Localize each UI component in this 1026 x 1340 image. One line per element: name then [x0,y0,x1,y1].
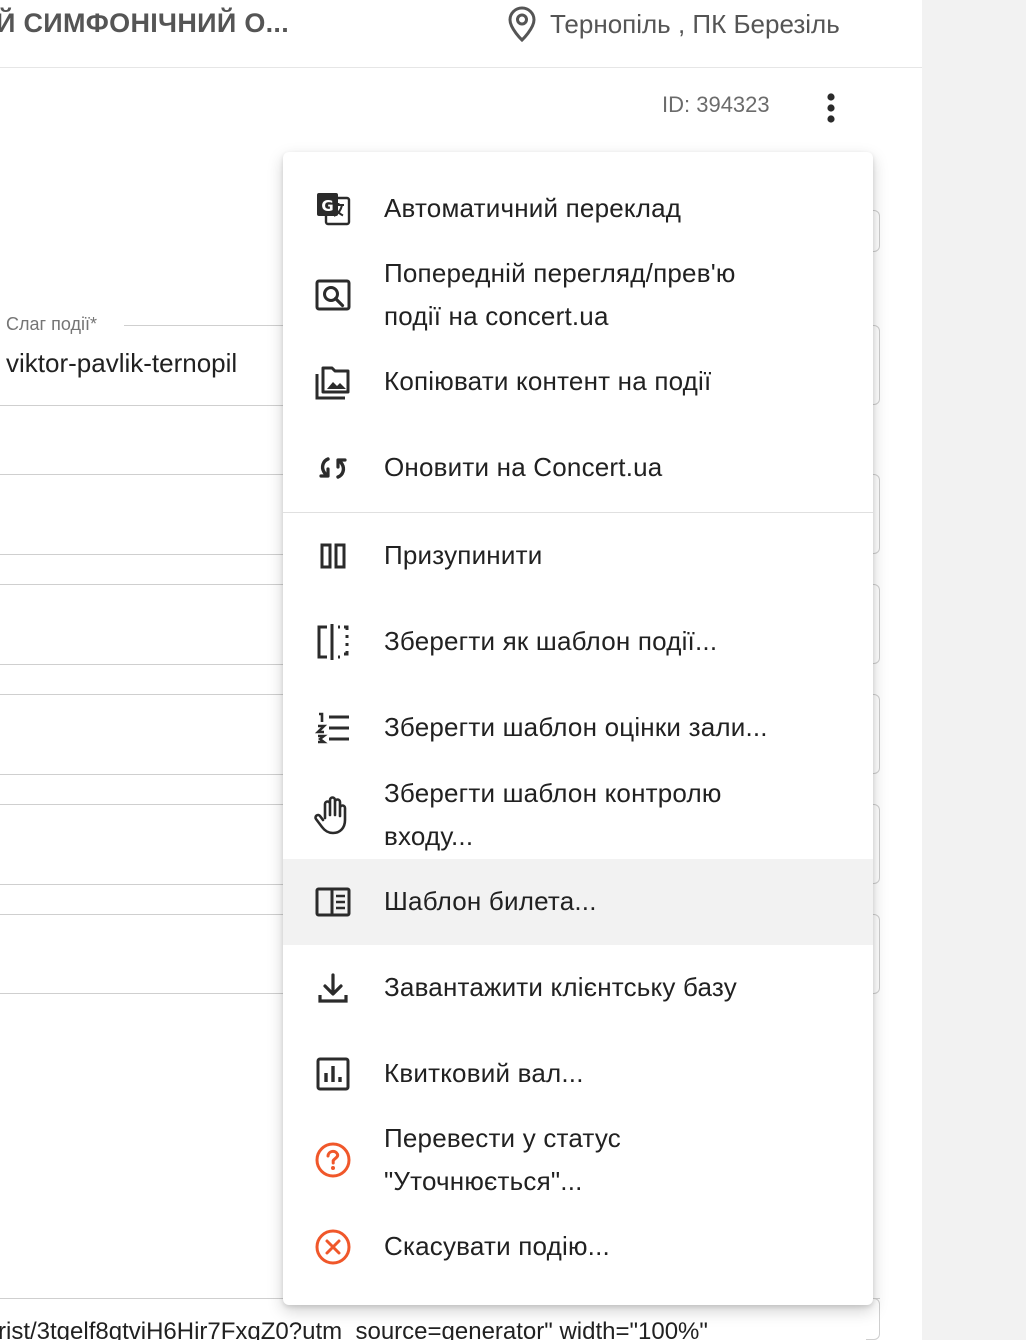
event-header: Й СИМФОНІЧНИЙ О... Тернопіль , ПК Березі… [0,0,922,68]
pause-icon [313,536,353,576]
field-outline [0,774,290,775]
event-actions-menu: G Автоматичний переклад Попередній перег… [283,152,873,1305]
menu-item-copy-content[interactable]: Копіювати контент на події [283,353,873,411]
slug-field-label: Слаг події* [6,314,97,334]
menu-item-update-concert[interactable]: Оновити на Concert.ua [283,439,873,497]
sync-icon [313,448,353,488]
cancel-circle-icon [313,1227,353,1267]
menu-item-label: Перевести у статус "Уточнюється"... [384,1123,621,1196]
location-pin-icon [508,6,536,42]
menu-item-set-status-pending[interactable]: Перевести у статус "Уточнюється"... [283,1117,873,1203]
copy-content-icon [313,362,353,402]
menu-item-download-clients[interactable]: Завантажити клієнтську базу [283,959,873,1017]
event-id: ID: 394323 [662,92,770,117]
field-outline [0,584,290,585]
menu-item-preview[interactable]: Попередній перегляд/прев'ю події на conc… [283,252,873,338]
menu-item-pause[interactable]: Призупинити [283,527,873,585]
event-title: Й СИМФОНІЧНИЙ О... [0,8,290,38]
event-location-text: Тернопіль , ПК Березіль [550,8,840,39]
field-outline [0,405,290,406]
google-translate-icon: G [313,189,353,229]
menu-item-label: Зберегти шаблон оцінки зали... [384,712,768,742]
menu-item-cancel-event[interactable]: Скасувати подію... [283,1218,873,1276]
field-outline [0,914,290,915]
menu-item-auto-translate[interactable]: G Автоматичний переклад [283,180,873,238]
menu-item-ticket-template[interactable]: Шаблон билета... [283,859,873,945]
preview-search-icon [313,275,353,315]
ticket-template-icon [313,882,353,922]
menu-item-label: Оновити на Concert.ua [384,452,663,482]
menu-item-label: Зберегти як шаблон події... [384,626,718,656]
more-vertical-icon [827,93,835,123]
slug-field-value[interactable]: viktor-pavlik-ternopil [6,348,237,379]
download-icon [313,968,353,1008]
field-outline [0,993,290,994]
field-outline [0,554,290,555]
menu-item-ticket-sales[interactable]: Квитковий вал... [283,1045,873,1103]
menu-item-label: Зберегти шаблон контролю входу... [384,778,722,851]
numbered-list-icon [313,708,353,748]
menu-item-label: Призупинити [384,540,543,570]
svg-text:G: G [321,197,333,215]
menu-item-label: Квитковий вал... [384,1058,584,1088]
menu-item-save-hall-template[interactable]: Зберегти шаблон оцінки зали... [283,699,873,757]
more-actions-button[interactable] [812,88,850,128]
slug-field-outline [124,325,294,326]
hand-icon [313,795,353,835]
event-location: Тернопіль , ПК Березіль [508,6,840,42]
help-circle-icon [313,1140,353,1180]
field-outline [0,474,290,475]
menu-item-save-event-template[interactable]: Зберегти як шаблон події... [283,613,873,671]
menu-item-save-entry-template[interactable]: Зберегти шаблон контролю входу... [283,772,873,858]
field-outline [0,884,290,885]
menu-item-label: Копіювати контент на події [384,366,712,396]
field-outline [0,694,290,695]
bar-chart-icon [313,1054,353,1094]
template-split-icon [313,622,353,662]
menu-item-label: Скасувати подію... [384,1231,610,1261]
menu-item-label: Шаблон билета... [384,886,597,916]
field-outline [0,804,290,805]
embed-code-field[interactable]: rist/3tgelf8gtviH6Hir7FxqZ0?utm_source=g… [0,1318,708,1340]
menu-item-label: Завантажити клієнтську базу [384,972,737,1002]
field-outline [0,664,290,665]
menu-divider [283,512,873,513]
menu-item-label: Попередній перегляд/прев'ю події на conc… [384,258,736,331]
menu-item-label: Автоматичний переклад [384,193,682,223]
